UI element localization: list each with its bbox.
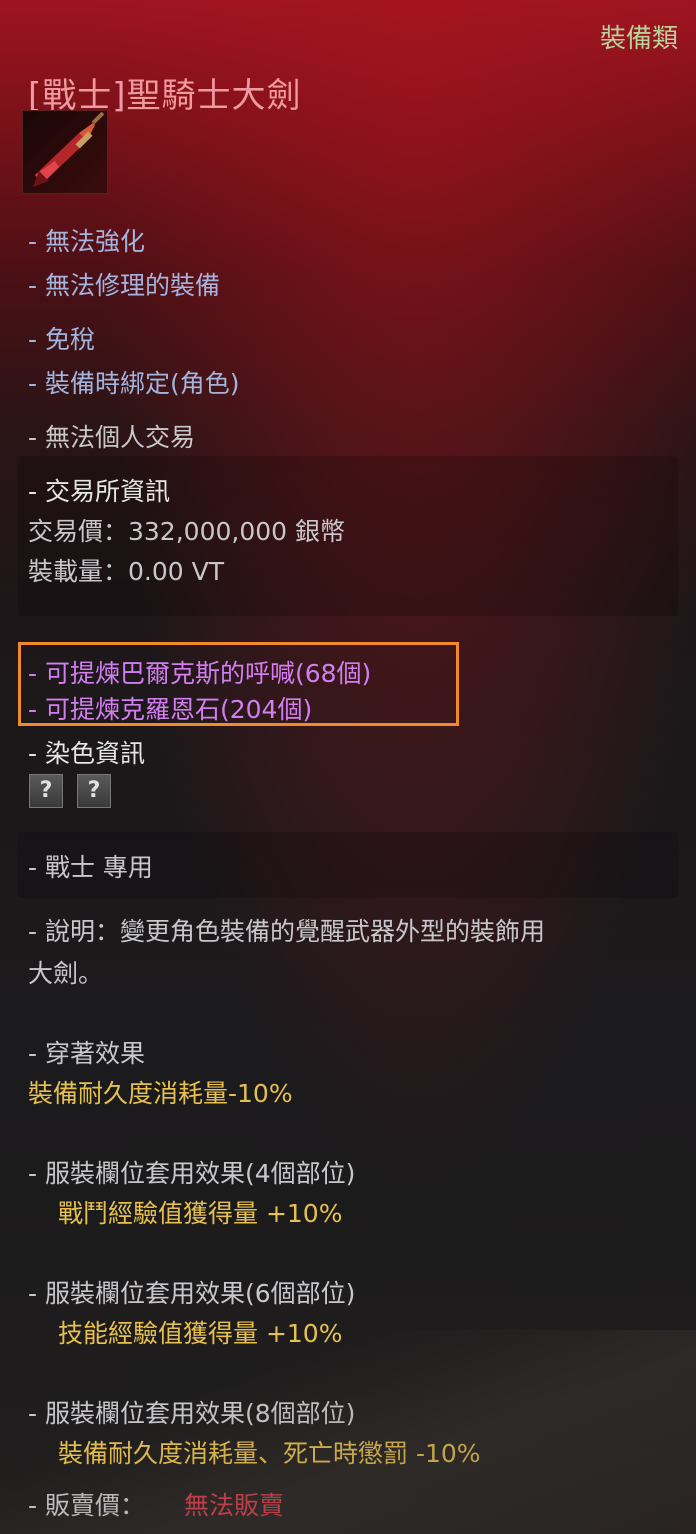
property-bind-on-equip: - 裝備時綁定(角色) [28,369,240,398]
sell-price-value: 無法販賣 [184,1491,285,1520]
market-info-header: - 交易所資訊 [28,477,170,506]
no-personal-trade: - 無法個人交易 [28,423,195,452]
item-tooltip: 裝備類 [戰士]聖騎士大劍 - 無法強化 - 無法修理的裝備 - 免稅 - 裝備… [0,0,696,1534]
extract-item-2: - 可提煉克羅恩石(204個) [28,695,313,724]
market-price: 交易價：332,000,000 銀幣 [28,517,345,546]
property-tax-free: - 免稅 [28,325,95,354]
extract-item-1: - 可提煉巴爾克斯的呼喊(68個) [28,659,372,688]
set-effect-4-header: - 服裝欄位套用效果(4個部位) [28,1159,356,1188]
description-line-2: 大劍。 [28,959,104,988]
property-no-repair: - 無法修理的裝備 [28,271,220,300]
dye-info-header: - 染色資訊 [28,739,145,768]
set-effect-6-value: 技能經驗值獲得量 +10% [58,1319,343,1348]
item-weight: 裝載量：0.00 VT [28,557,224,586]
wear-effect-header: - 穿著效果 [28,1039,145,1068]
dye-slot-1[interactable]: ? [29,774,63,808]
greatsword-icon [22,110,108,194]
property-no-enhance: - 無法強化 [28,227,145,256]
sell-price-label: - 販賣價： [28,1491,145,1520]
wear-effect-value: 裝備耐久度消耗量-10% [28,1079,293,1108]
set-effect-8-value: 裝備耐久度消耗量、死亡時懲罰 -10% [58,1439,481,1468]
set-effect-4-value: 戰鬥經驗值獲得量 +10% [58,1199,343,1228]
dye-slot-2[interactable]: ? [77,774,111,808]
item-category: 裝備類 [599,24,678,54]
description-line-1: - 說明：變更角色裝備的覺醒武器外型的裝飾用 [28,917,545,946]
set-effect-8-header: - 服裝欄位套用效果(8個部位) [28,1399,356,1428]
set-effect-6-header: - 服裝欄位套用效果(6個部位) [28,1279,356,1308]
class-restriction: - 戰士 專用 [28,853,153,882]
